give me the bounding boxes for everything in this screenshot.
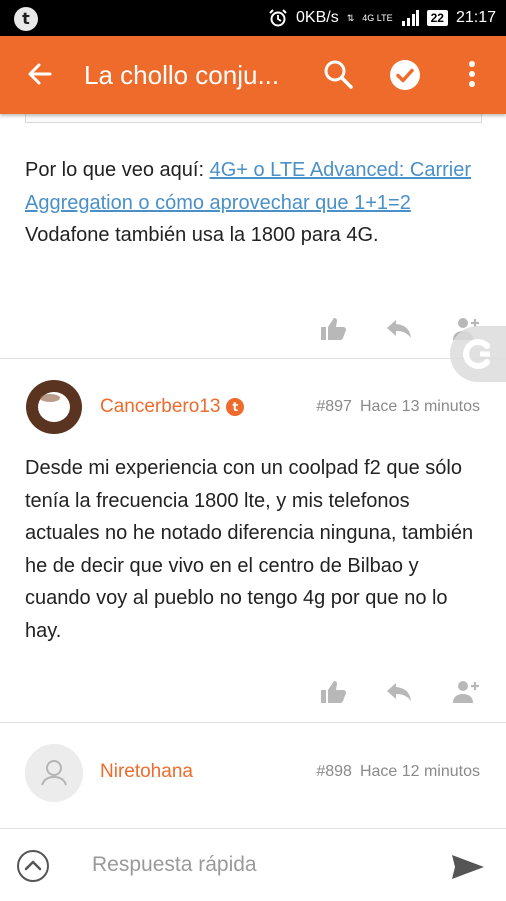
signal-icon [401, 10, 419, 26]
reply-icon[interactable] [385, 316, 413, 342]
post-number[interactable]: #897 [316, 398, 352, 415]
battery-indicator: 22 [426, 10, 448, 26]
check-circle-icon[interactable] [388, 58, 422, 92]
floating-side-button[interactable] [450, 326, 506, 382]
app-bar: La chollo conju... [0, 36, 506, 114]
send-icon[interactable] [450, 853, 486, 881]
clock: 21:17 [455, 9, 496, 26]
post-actions [0, 679, 506, 709]
app-notification-icon: t [14, 7, 38, 31]
network-speed: 0KB/s [296, 9, 339, 26]
thread-content: Por lo que veo aquí: 4G+ o LTE Advanced:… [0, 114, 506, 828]
post-number[interactable]: #898 [316, 763, 352, 780]
post-body: Desde mi experiencia con un coolpad f2 q… [25, 457, 474, 642]
avatar[interactable] [25, 744, 83, 802]
data-transfer-icon: ⇅ [346, 12, 355, 23]
like-icon[interactable] [319, 679, 347, 705]
search-icon[interactable] [320, 56, 356, 92]
page-title: La chollo conju... [84, 60, 280, 90]
post-time: Hace 13 minutos [359, 398, 480, 415]
post-author[interactable]: Cancerbero13 t [100, 396, 245, 418]
alarm-icon [269, 9, 287, 27]
post-body: Por lo que veo aquí: 4G+ o LTE Advanced:… [25, 154, 480, 252]
post-time: Hace 12 minutos [359, 763, 480, 780]
username-text[interactable]: Niretohana [100, 761, 193, 782]
post-text: Vodafone también usa la 1800 para 4G. [25, 224, 379, 246]
like-icon[interactable] [319, 316, 347, 342]
status-bar: t 0KB/s ⇅ 4G LTE 22 21:17 [0, 0, 506, 36]
post-divider [0, 722, 506, 723]
expand-up-icon[interactable] [16, 849, 50, 883]
username-text[interactable]: Cancerbero13 [100, 396, 220, 417]
more-vert-icon[interactable] [458, 56, 486, 92]
quick-reply-input[interactable]: Respuesta rápida [92, 853, 257, 877]
status-indicators: 0KB/s ⇅ 4G LTE 22 21:17 [268, 0, 496, 36]
post-meta: #898 Hace 12 minutos [308, 763, 480, 781]
post-divider [0, 358, 506, 359]
app-logo-icon [463, 339, 490, 369]
author-badge-icon: t [226, 397, 245, 416]
post-text: Por lo que veo aquí: [25, 159, 210, 181]
arrow-back-icon[interactable] [22, 56, 58, 92]
network-type: 4G LTE [362, 13, 393, 23]
reply-icon[interactable] [385, 679, 413, 705]
post-actions [0, 316, 506, 346]
follow-user-icon[interactable] [452, 679, 480, 705]
avatar[interactable] [25, 378, 83, 436]
quick-reply-bar: Respuesta rápida [0, 828, 506, 901]
quoted-block [25, 114, 482, 123]
post-author[interactable]: Niretohana [100, 761, 193, 783]
post-meta: #897 Hace 13 minutos [308, 398, 480, 416]
